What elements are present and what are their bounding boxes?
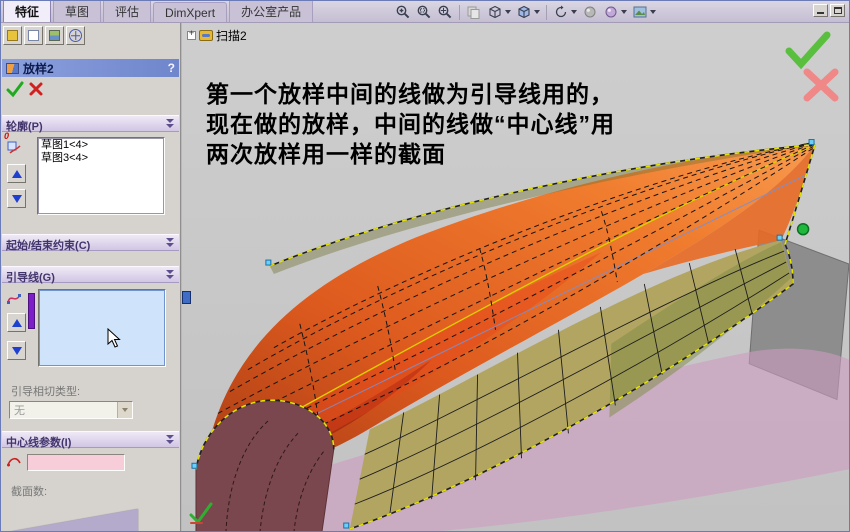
- chevron-icon: [166, 119, 174, 129]
- list-item[interactable]: 草图3<4>: [38, 152, 164, 165]
- display-manager-tab-icon[interactable]: [66, 26, 85, 45]
- section-header-profiles[interactable]: 轮廓(P): [2, 115, 179, 133]
- help-button[interactable]: ?: [168, 61, 175, 75]
- annotation-text: 第一个放样中间的线做为引导线用的， 现在做的放样，中间的线做“中心线”用 两次放…: [206, 79, 615, 169]
- window-controls: [813, 4, 845, 17]
- hide-show-items-icon[interactable]: [580, 3, 600, 21]
- feature-tree-overlay: 扫描2: [187, 27, 247, 44]
- tab-evaluate[interactable]: 评估: [103, 1, 152, 22]
- view-orientation-icon[interactable]: [485, 3, 513, 21]
- guide-tangency-label: 引导相切类型:: [11, 386, 81, 398]
- section-header-start-end-constraints[interactable]: 起始/结束约束(C): [2, 234, 179, 252]
- view-orientation-dropdown-icon[interactable]: [505, 10, 511, 14]
- property-manager-panel: 放样2 ? 轮廓(P) 0 草图1<4> 草图3<4> 起始/结束约束(C) 引…: [1, 23, 181, 531]
- tree-expand-icon[interactable]: [187, 29, 196, 40]
- reference-triad-icon: [189, 502, 213, 525]
- section-label-centerline: 中心线参数(I): [6, 437, 72, 449]
- app-window: 特征 草图 评估 DimXpert 办公室产品 放样2 ? 轮廓(P) 0 草图…: [0, 0, 850, 532]
- apply-scene-icon[interactable]: [630, 3, 658, 21]
- move-up-button[interactable]: [7, 313, 26, 332]
- tab-dimxpert[interactable]: DimXpert: [153, 2, 228, 22]
- chevron-icon: [166, 238, 174, 248]
- restore-button[interactable]: [830, 4, 845, 17]
- dropdown-arrow-icon[interactable]: [117, 402, 132, 418]
- zoom-area-icon[interactable]: [414, 3, 434, 21]
- guide-tangency-dropdown[interactable]: 无: [9, 401, 133, 419]
- appearances-dropdown-icon[interactable]: [621, 10, 627, 14]
- chevron-icon: [166, 270, 174, 280]
- annotation-line: 两次放样用一样的截面: [206, 141, 446, 167]
- previous-view-icon[interactable]: [464, 3, 484, 21]
- confirm-cancel-icon[interactable]: [801, 67, 841, 103]
- move-down-button[interactable]: [7, 189, 26, 208]
- annotation-line: 现在做的放样，中间的线做“中心线”用: [206, 111, 615, 137]
- zoom-fit-icon[interactable]: [435, 3, 455, 21]
- move-up-button[interactable]: [7, 164, 26, 183]
- section-header-centerline-params[interactable]: 中心线参数(I): [2, 431, 179, 449]
- loft-feature-icon: [6, 62, 19, 74]
- display-style-icon[interactable]: [514, 3, 542, 21]
- minimize-button[interactable]: [813, 4, 828, 17]
- graphics-area[interactable]: 扫描2 第一个放样中间的线做为引导线用的， 现在做的放样，中间的线做“中心线”用…: [181, 23, 849, 531]
- section-label-profiles: 轮廓(P): [6, 121, 43, 133]
- guide-tangency-value: 无: [14, 405, 25, 417]
- guide-curves-listbox[interactable]: [38, 289, 166, 367]
- confirm-ok-icon[interactable]: [785, 31, 831, 69]
- tab-office-products[interactable]: 办公室产品: [229, 1, 314, 22]
- cancel-icon[interactable]: [28, 81, 44, 97]
- chevron-icon: [166, 435, 174, 445]
- profiles-listbox[interactable]: 草图1<4> 草图3<4>: [37, 137, 165, 215]
- view-toolbar: [393, 3, 658, 21]
- property-manager-tab-icon[interactable]: [3, 26, 22, 45]
- property-manager-header: 放样2 ?: [2, 59, 179, 77]
- profiles-icon: [7, 141, 21, 154]
- appearances-icon[interactable]: [601, 3, 629, 21]
- centerline-selection-field[interactable]: [27, 454, 125, 471]
- zoom-in-out-icon[interactable]: [393, 3, 413, 21]
- tab-sketch[interactable]: 草图: [53, 1, 102, 22]
- dimxpert-manager-tab-icon[interactable]: [45, 26, 64, 45]
- configuration-manager-tab-icon[interactable]: [24, 26, 43, 45]
- rotate-view-dropdown-icon[interactable]: [571, 10, 577, 14]
- ok-icon[interactable]: [6, 80, 24, 98]
- feature-tree-item-label[interactable]: 扫描2: [216, 27, 247, 44]
- toolbar-separator: [459, 4, 460, 20]
- toolbar-separator: [546, 4, 547, 20]
- property-manager-title: 放样2: [23, 61, 54, 76]
- manager-pane-tabs: [3, 26, 85, 45]
- move-down-button[interactable]: [7, 341, 26, 360]
- sweep-feature-icon: [199, 30, 213, 41]
- guide-curves-icon: [7, 294, 21, 304]
- selection-color-bar: [28, 293, 35, 329]
- list-item[interactable]: 草图1<4>: [38, 139, 164, 152]
- rotate-view-icon[interactable]: [551, 3, 579, 21]
- display-style-dropdown-icon[interactable]: [534, 10, 540, 14]
- section-count-label: 截面数:: [11, 486, 48, 498]
- guide-endpoint-dot[interactable]: [796, 222, 810, 236]
- section-label-guide-curves: 引导线(G): [6, 272, 55, 284]
- property-manager-actions: [6, 80, 44, 98]
- apply-scene-dropdown-icon[interactable]: [650, 10, 656, 14]
- centerline-icon: [7, 457, 21, 467]
- section-header-guide-curves[interactable]: 引导线(G): [2, 266, 179, 284]
- section-label-start-end: 起始/结束约束(C): [6, 240, 91, 252]
- tab-features[interactable]: 特征: [3, 1, 52, 22]
- command-manager-tabbar: 特征 草图 评估 DimXpert 办公室产品: [1, 1, 849, 23]
- panel-splitter-handle[interactable]: [182, 291, 191, 304]
- section-count-slider[interactable]: [8, 509, 138, 531]
- mouse-cursor-icon: [107, 328, 121, 348]
- annotation-line: 第一个放样中间的线做为引导线用的，: [206, 81, 614, 107]
